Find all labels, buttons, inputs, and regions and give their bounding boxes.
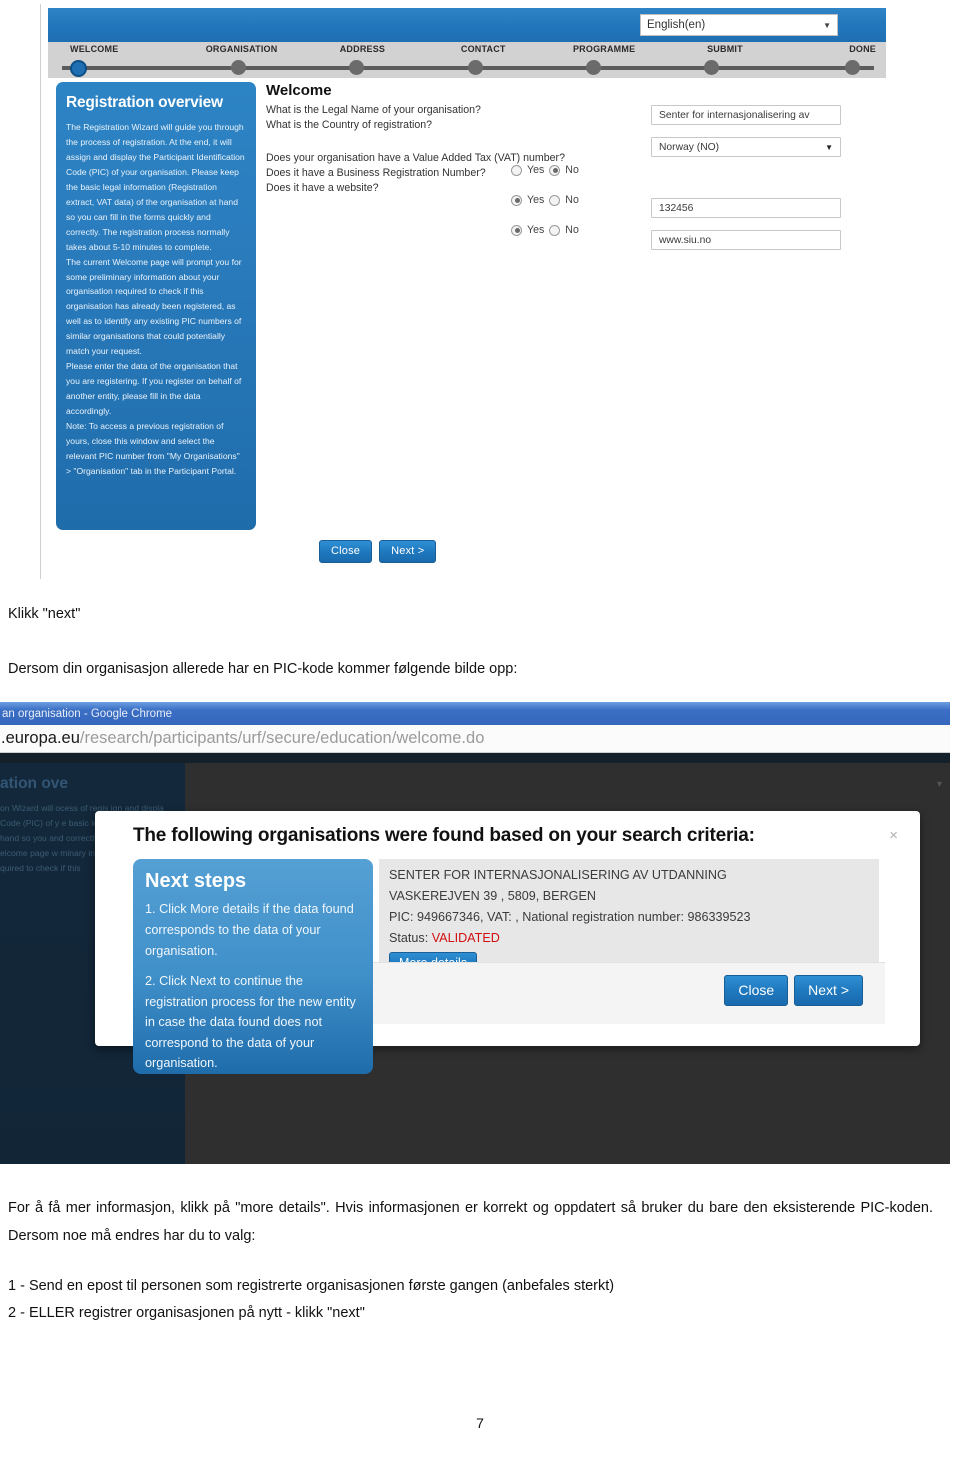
radio-business-yes[interactable] <box>511 194 522 206</box>
page-number: 7 <box>476 1415 484 1431</box>
paragraph-option-2: 2 - ELLER registrer organisasjonen på ny… <box>8 1305 365 1321</box>
radio-vat-yes[interactable] <box>511 164 522 176</box>
step-dot-done[interactable] <box>844 60 860 75</box>
wizard-step-dots <box>48 60 886 77</box>
step-dot-programme[interactable] <box>586 60 601 75</box>
wizard-step-done[interactable]: DONE <box>785 44 886 54</box>
registration-overview-panel: Registration overview The Registration W… <box>56 82 256 530</box>
paragraph-dersom-pic: Dersom din organisasjon allerede har en … <box>8 661 518 677</box>
modal-close-button[interactable]: Close <box>724 975 789 1006</box>
chevron-down-icon: ▾ <box>936 779 942 790</box>
registration-overview-title: Registration overview <box>66 94 223 111</box>
browser-address-bar[interactable]: .europa.eu/research/participants/urf/sec… <box>0 725 950 753</box>
step-dot-contact[interactable] <box>467 60 483 75</box>
legal-name-value: Senter for internasjonalisering av <box>659 109 810 121</box>
organisation-name: SENTER FOR INTERNASJONALISERING AV UTDAN… <box>389 868 727 882</box>
organisation-address: VASKEREJVEN 39 , 5809, BERGEN <box>389 888 596 903</box>
radio-website-yes[interactable] <box>511 224 522 236</box>
step-dot-welcome[interactable] <box>70 60 87 77</box>
dimmed-panel-title: ation ove <box>0 775 69 792</box>
welcome-form-inputs: Senter for internasjonalisering av Norwa… <box>651 105 851 262</box>
wizard-window: English(en) ▼ WELCOME ORGANISATION ADDRE… <box>40 4 886 579</box>
screenshot-search-results-modal: an organisation - Google Chrome .europa.… <box>0 702 950 1164</box>
radio-group-business-registration: Yes No <box>511 194 601 206</box>
step-dot-organisation[interactable] <box>230 60 246 75</box>
next-steps-panel: Next steps 1. Click More details if the … <box>133 859 373 1074</box>
radio-website-yes-label: Yes <box>527 224 545 236</box>
yes-no-radio-groups: Yes No Yes No Yes No <box>511 164 601 254</box>
next-steps-title: Next steps <box>145 870 247 892</box>
business-registration-number-input[interactable]: 132456 <box>651 198 841 218</box>
url-path: /research/participants/urf/secure/educat… <box>79 729 485 747</box>
wizard-top-bar: English(en) ▼ <box>48 8 886 42</box>
wizard-button-row: Close Next > <box>319 540 437 563</box>
close-icon[interactable]: × <box>889 827 898 844</box>
chevron-down-icon: ▼ <box>823 20 831 30</box>
url-domain: .europa.eu <box>1 729 80 747</box>
screenshot-registration-wizard: English(en) ▼ WELCOME ORGANISATION ADDRE… <box>40 0 930 585</box>
browser-title-text: an organisation - Google Chrome <box>2 707 173 720</box>
step-dot-address[interactable] <box>349 60 365 75</box>
dimmed-top-strip <box>0 753 950 763</box>
wizard-step-submit[interactable]: SUBMIT <box>665 44 786 54</box>
next-steps-item-1: 1. Click More details if the data found … <box>145 902 354 958</box>
language-select[interactable]: English(en) ▼ <box>640 14 838 36</box>
wizard-step-labels: WELCOME ORGANISATION ADDRESS CONTACT PRO… <box>48 44 886 54</box>
registration-overview-para-3: Please enter the data of the organisatio… <box>66 361 242 417</box>
radio-website-no[interactable] <box>549 224 561 236</box>
country-value: Norway (NO) <box>659 141 720 153</box>
registration-overview-para-1: The Registration Wizard will guide you t… <box>66 121 245 252</box>
wizard-step-nav: WELCOME ORGANISATION ADDRESS CONTACT PRO… <box>48 42 886 78</box>
radio-vat-no-label: No <box>565 164 579 176</box>
chevron-down-icon: ▼ <box>825 142 833 152</box>
organisation-status-row: Status: VALIDATED <box>389 928 869 949</box>
paragraph-klikk-next: Klikk "next" <box>8 606 81 622</box>
registration-overview-para-2: The current Welcome page will prompt you… <box>66 256 242 357</box>
radio-vat-no[interactable] <box>549 164 561 176</box>
radio-vat-yes-label: Yes <box>527 164 545 176</box>
radio-group-vat: Yes No <box>511 164 601 176</box>
business-registration-number-value: 132456 <box>659 202 694 214</box>
modal-heading: The following organisations were found b… <box>133 825 755 846</box>
radio-business-no-label: No <box>565 194 579 206</box>
paragraph-option-1: 1 - Send en epost til personen som regis… <box>8 1278 615 1294</box>
language-select-value: English(en) <box>647 19 706 31</box>
wizard-step-contact[interactable]: CONTACT <box>423 44 544 54</box>
radio-group-website: Yes No <box>511 224 601 236</box>
paragraph-more-details-info: For å få mer informasjon, klikk på "more… <box>8 1200 933 1244</box>
radio-website-no-label: No <box>565 224 579 236</box>
wizard-step-programme[interactable]: PROGRAMME <box>544 44 665 54</box>
radio-business-no[interactable] <box>549 194 561 206</box>
label-country: What is the Country of registration? <box>266 119 433 132</box>
step-dot-submit[interactable] <box>704 60 720 75</box>
close-button[interactable]: Close <box>319 540 373 563</box>
status-label: Status: <box>389 930 429 945</box>
country-select[interactable]: Norway (NO) ▼ <box>651 137 841 157</box>
wizard-step-welcome[interactable]: WELCOME <box>48 44 181 54</box>
browser-title-bar: an organisation - Google Chrome <box>0 702 950 725</box>
wizard-step-organisation[interactable]: ORGANISATION <box>181 44 302 54</box>
dimmed-page-overlay: ▾ ation ove on Wizard will ocess of regi… <box>0 753 950 1164</box>
wizard-step-address[interactable]: ADDRESS <box>302 44 423 54</box>
modal-header: The following organisations were found b… <box>95 811 920 853</box>
radio-business-yes-label: Yes <box>527 194 545 206</box>
legal-name-input[interactable]: Senter for internasjonalisering av <box>651 105 841 125</box>
status-badge: VALIDATED <box>431 930 500 945</box>
website-input[interactable]: www.siu.no <box>651 230 841 250</box>
label-legal-name: What is the Legal Name of your organisat… <box>266 104 481 116</box>
next-steps-item-2: 2. Click Next to continue the registrati… <box>145 974 356 1071</box>
modal-next-button[interactable]: Next > <box>794 975 863 1006</box>
next-button[interactable]: Next > <box>379 540 437 563</box>
website-value: www.siu.no <box>659 234 712 246</box>
registration-overview-para-4: Note: To access a previous registration … <box>66 421 240 476</box>
welcome-form-title: Welcome <box>266 82 332 99</box>
search-results-modal: The following organisations were found b… <box>95 811 920 1074</box>
organisation-identifiers: PIC: 949667346, VAT: , National registra… <box>389 909 751 924</box>
modal-button-row: Close Next > <box>724 975 863 1006</box>
